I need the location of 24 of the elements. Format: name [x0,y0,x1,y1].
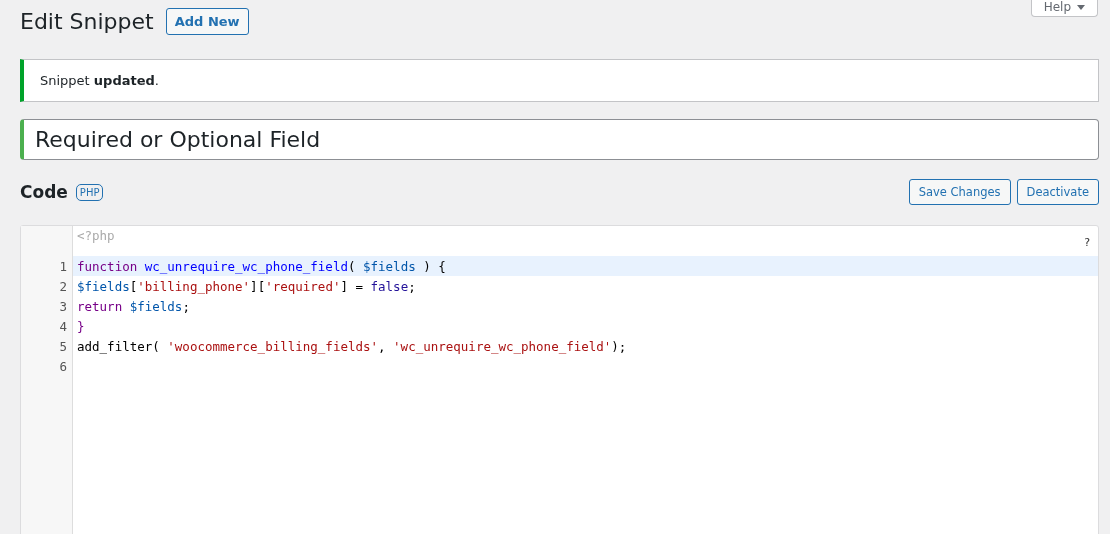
language-badge: PHP [75,183,104,201]
help-link[interactable]: ? [1084,236,1090,249]
action-button[interactable]: Save Changes [908,179,1011,205]
line-number: 1 [58,258,68,274]
page-title: Edit Snippet [20,8,154,34]
add-new-button[interactable]: Add New [165,7,249,35]
line-number: 2 [58,278,68,294]
code-line: } [76,318,85,334]
line-number: 3 [58,298,68,314]
line-number: 5 [58,338,68,354]
action-button[interactable]: Deactivate [1016,179,1099,205]
code-line: add_filter( 'woocommerce_billing_fields', 'wc_unrequire_wc_phone_field'); [76,338,627,354]
code-line: $fields['billing_phone']['required'] = false; [76,278,416,294]
snippet-title-field[interactable]: Required or Optional Field [20,119,1099,160]
code-line: function wc_unrequire_wc_phone_field( $fields ) { [76,258,446,274]
code-editor[interactable] [20,225,1099,534]
help-button[interactable]: Help [1030,0,1098,17]
caret-icon [1077,4,1085,10]
code-heading: Code [20,182,68,202]
line-number: 4 [58,318,68,334]
notice-message: Snippet updated. [20,59,1099,102]
line-number: 6 [58,358,68,374]
php-open-tag: <?php [77,228,115,243]
code-line: return $fields; [76,298,190,314]
